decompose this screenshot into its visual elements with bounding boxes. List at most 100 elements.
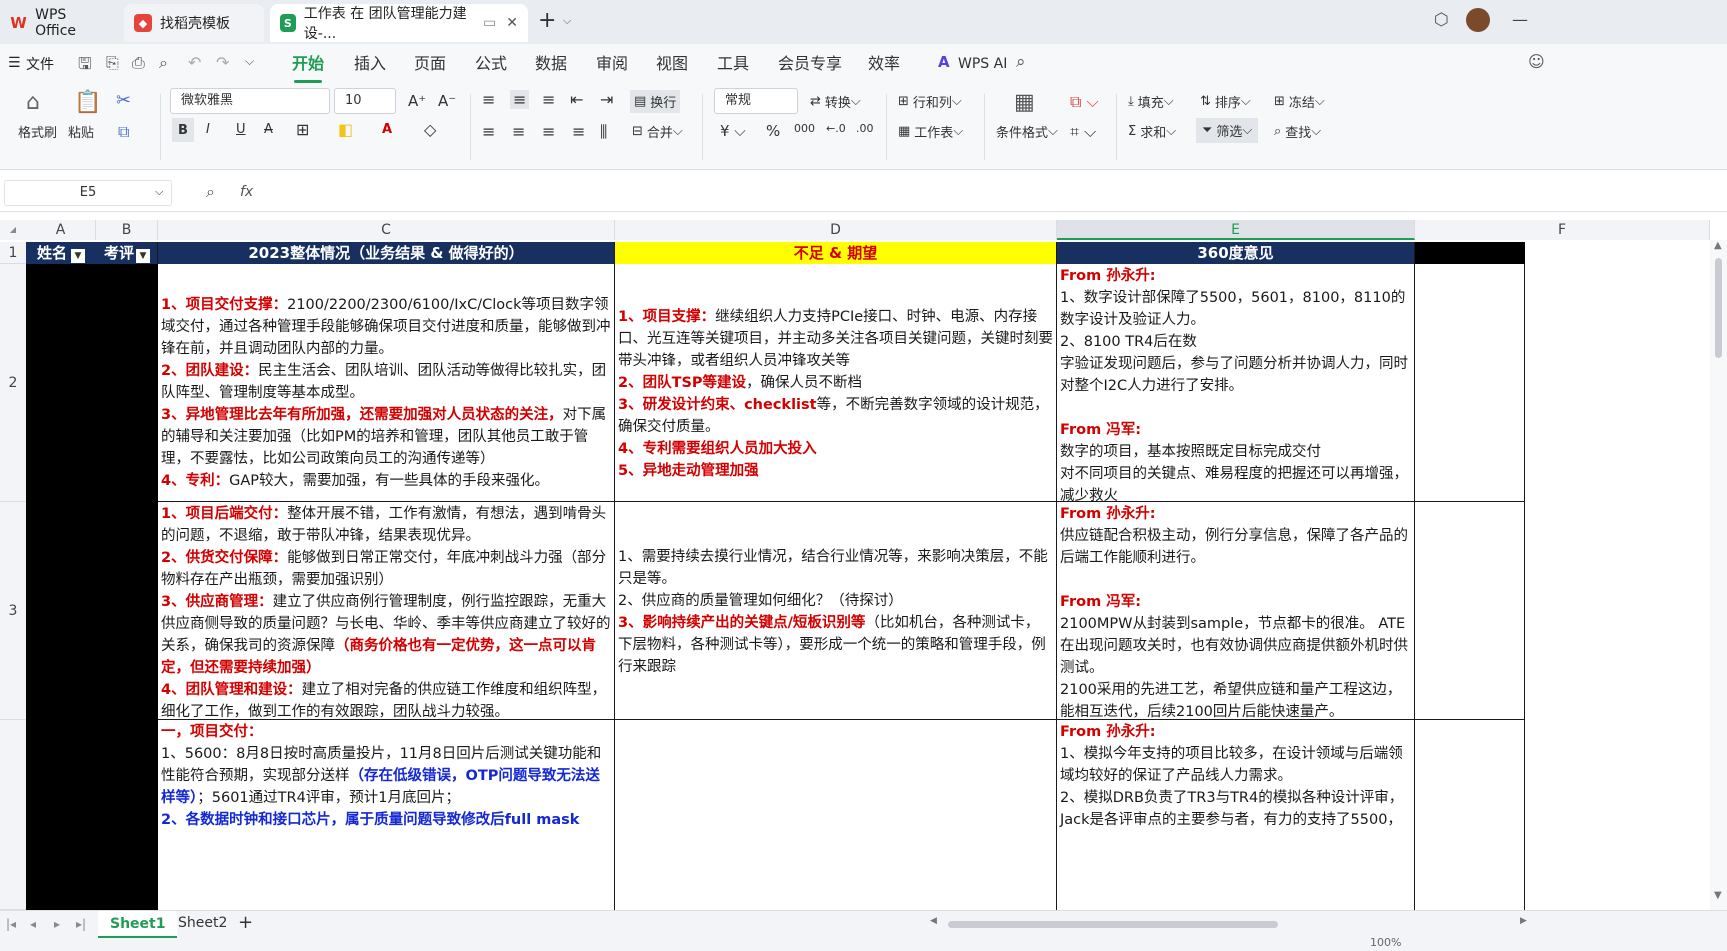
font-size-select[interactable]: 10 — [334, 88, 396, 114]
next-sheet-icon[interactable]: ▸ — [54, 917, 60, 931]
distribute-icon[interactable]: ⫼ — [600, 122, 607, 142]
paste-button[interactable]: 粘贴 — [68, 122, 94, 141]
merge-button[interactable]: ⊟ 合并 ⌵ — [632, 122, 683, 141]
rows-cols-button[interactable]: ⊞ 行和列 ⌵ — [898, 92, 962, 111]
sheet-tab-sheet1[interactable]: Sheet1 — [98, 911, 178, 938]
cell-c4[interactable]: 一，项目交付： 1、5600：8月8日按时高质量投片，11月8日回片后测试关键功能… — [158, 720, 615, 910]
column-header-f[interactable]: F — [1415, 220, 1710, 240]
bold-button[interactable]: B — [172, 118, 194, 142]
scroll-left-icon[interactable]: ◀ — [930, 916, 937, 926]
font-family-select[interactable]: 微软雅黑 — [170, 88, 330, 114]
h-scroll-thumb[interactable] — [948, 921, 1278, 928]
horizontal-scrollbar[interactable]: ◀ ▶ — [930, 916, 1530, 929]
column-header-b[interactable]: B — [96, 220, 158, 240]
cell-f3[interactable] — [1415, 502, 1525, 720]
monitor-icon[interactable]: ▭ — [483, 15, 496, 31]
format-painter-icon[interactable]: ⌂ — [26, 90, 40, 115]
undo-icon[interactable]: ↶ — [188, 53, 201, 72]
percent-icon[interactable]: % — [766, 122, 780, 140]
last-sheet-icon[interactable]: ▸| — [76, 917, 86, 931]
wrap-text-button[interactable]: ▤ 换行 — [630, 90, 681, 113]
save-icon[interactable]: 🖫 — [78, 53, 92, 80]
format-painter-button[interactable]: 格式刷 — [18, 122, 57, 141]
scroll-right-icon[interactable]: ▶ — [1520, 916, 1527, 926]
border-icon[interactable]: ⊞ — [296, 120, 309, 139]
crop-icon[interactable]: ⌗ ⌵ — [1070, 122, 1096, 142]
cell-e4[interactable]: From 孙永升: 1、模拟今年支持的项目比较多，在设计领域与后端领域均较好的保证… — [1057, 720, 1415, 910]
align-top-icon[interactable]: ≡ — [482, 90, 495, 109]
filter-dropdown-icon[interactable]: ▼ — [71, 249, 85, 263]
thousands-icon[interactable]: 000 — [794, 122, 815, 135]
first-sheet-icon[interactable]: |◂ — [6, 917, 16, 931]
row-header-1[interactable]: 1 — [0, 242, 26, 264]
align-middle-icon[interactable]: ≡ — [510, 90, 530, 109]
convert-button[interactable]: ⇄ 转换 ⌵ — [810, 92, 861, 111]
row-header-4[interactable] — [0, 720, 26, 910]
scroll-down-icon[interactable]: ▼ — [1714, 890, 1722, 901]
number-format-select[interactable]: 常规 — [714, 88, 798, 114]
align-left-icon[interactable]: ≡ — [482, 122, 495, 141]
header-feedback[interactable]: 360度意见 — [1057, 242, 1415, 264]
cut-icon[interactable]: ✂ — [116, 90, 131, 111]
align-right-icon[interactable]: ≡ — [542, 122, 555, 141]
conditional-format-icon[interactable]: ▦ — [1014, 90, 1035, 115]
close-tab-icon[interactable]: ✕ — [506, 15, 518, 31]
header-overall[interactable]: 2023整体情况（业务结果 & 做得好的） — [158, 242, 615, 264]
cell-f4[interactable] — [1415, 720, 1525, 910]
cell-f2[interactable] — [1415, 264, 1525, 502]
export-icon[interactable]: ⎘ — [106, 53, 119, 73]
decrease-font-icon[interactable]: A⁻ — [438, 92, 456, 110]
prev-sheet-icon[interactable]: ◂ — [30, 917, 36, 931]
add-sheet-button[interactable]: + — [238, 912, 253, 933]
indent-increase-icon[interactable]: ⇥ — [600, 90, 613, 109]
tab-list-chevron-icon[interactable]: ⌵ — [563, 14, 571, 28]
currency-icon[interactable]: ¥ ⌵ — [720, 122, 746, 140]
sheet-tab-sheet2[interactable]: Sheet2 — [178, 915, 227, 931]
cube-icon[interactable]: ⬡ — [1434, 10, 1449, 30]
italic-button[interactable]: I — [206, 122, 210, 137]
new-tab-button[interactable]: + — [538, 8, 556, 33]
cell-style-icon[interactable]: ⧉ ⌵ — [1070, 92, 1099, 112]
paste-icon[interactable]: 📋 — [74, 90, 101, 115]
column-header-a[interactable]: A — [26, 220, 96, 240]
select-all-corner[interactable]: ◢ — [0, 220, 26, 240]
menu-tab-efficiency[interactable]: 效率 — [868, 52, 900, 76]
indent-decrease-icon[interactable]: ⇤ — [570, 90, 583, 109]
fx-icon[interactable]: fx — [240, 184, 253, 200]
redo-icon[interactable]: ↷ — [216, 53, 229, 72]
worksheet-button[interactable]: ▦ 工作表 ⌵ — [898, 122, 963, 141]
menu-tab-page[interactable]: 页面 — [414, 52, 446, 76]
name-box-chevron-icon[interactable]: ⌵ — [155, 185, 163, 199]
name-box[interactable]: E5 — [4, 180, 172, 206]
tab-wps-office[interactable]: W WPS Office — [0, 4, 118, 42]
menu-tab-member[interactable]: 会员专享 — [778, 52, 842, 76]
increase-font-icon[interactable]: A⁺ — [408, 92, 426, 110]
find-button[interactable]: ⌕ 查找 ⌵ — [1274, 122, 1321, 141]
cell-e2[interactable]: From 孙永升: 1、数字设计部保障了5500，5601，8100，8110的数… — [1057, 264, 1415, 502]
avatar[interactable] — [1466, 8, 1490, 32]
tab-worksheet[interactable]: S 工作表 在 团队管理能力建设-... ▭ ✕ — [270, 4, 528, 42]
zoom-level[interactable]: 100% — [1370, 936, 1401, 949]
align-center-icon[interactable]: ≡ — [512, 122, 525, 141]
row-header-3[interactable]: 3 — [0, 502, 26, 720]
menu-tab-view[interactable]: 视图 — [656, 52, 688, 76]
filter-button[interactable]: ⏷ 筛选 ⌵ — [1196, 118, 1259, 143]
menu-tab-insert[interactable]: 插入 — [354, 52, 386, 76]
scroll-up-icon[interactable]: ▲ — [1714, 240, 1722, 251]
column-header-e[interactable]: E — [1057, 220, 1415, 240]
search-icon[interactable]: ⌕ — [1016, 52, 1026, 72]
sum-button[interactable]: Σ 求和 ⌵ — [1128, 122, 1176, 141]
menu-tab-tools[interactable]: 工具 — [717, 52, 749, 76]
zoom-formula-icon[interactable]: ⌕ — [206, 182, 215, 202]
cell-d2[interactable]: 1、项目支撑：继续组织人力支持PCIe接口、时钟、电源、内存接口、光互连等关键项… — [615, 264, 1057, 502]
freeze-button[interactable]: ⊞ 冻结 ⌵ — [1274, 92, 1325, 111]
fill-color-icon[interactable]: ◧ — [338, 120, 353, 139]
filter-dropdown-icon[interactable]: ▼ — [136, 249, 150, 263]
vertical-scrollbar[interactable]: ▲ ▼ — [1710, 240, 1727, 910]
cell-d3[interactable]: 1、需要持续去摸行业情况，结合行业情况等，来影响决策层，不能只是等。 2、供应商的… — [615, 502, 1057, 720]
cell-e3[interactable]: From 孙永升: 供应链配合积极主动，例行分享信息，保障了各产品的后端工作能顺利… — [1057, 502, 1415, 720]
fill-button[interactable]: ⤓ 填充 ⌵ — [1128, 92, 1174, 111]
cell-d4[interactable] — [615, 720, 1057, 910]
hamburger-icon[interactable]: ☰ — [8, 55, 21, 71]
underline-button[interactable]: U — [236, 122, 246, 137]
